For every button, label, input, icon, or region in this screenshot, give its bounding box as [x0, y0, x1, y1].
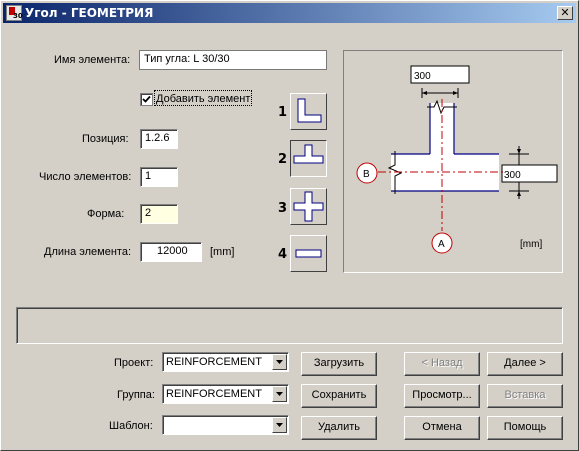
checkmark-icon	[142, 95, 151, 103]
l-corner-icon	[297, 98, 322, 123]
length-unit: [mm]	[210, 246, 235, 258]
close-button[interactable]: ✕	[557, 6, 573, 20]
t-junction-icon	[293, 144, 324, 164]
next-label: Далее >	[504, 357, 546, 369]
template-dropdown-button[interactable]	[272, 417, 287, 433]
sketch-unit: [mm]	[520, 239, 542, 250]
help-label: Помощь	[503, 421, 547, 433]
project-dropdown-button[interactable]	[272, 354, 287, 370]
straight-bar-icon	[295, 249, 322, 258]
element-name-field[interactable]: Тип угла: L 30/30	[139, 50, 327, 70]
cross-junction-icon	[293, 191, 324, 222]
length-field[interactable]: 12000	[140, 242, 202, 262]
help-button[interactable]: Помощь	[487, 416, 563, 440]
project-value: REINFORCEMENT	[166, 356, 262, 368]
geometry-sketch: 300 300 B A [mm]	[343, 50, 563, 273]
delete-button[interactable]: Удалить	[301, 416, 377, 440]
load-button[interactable]: Загрузить	[301, 352, 377, 376]
position-field[interactable]: 1.2.6	[140, 129, 178, 149]
add-element-label[interactable]: Добавить элемент	[156, 93, 250, 105]
count-label: Число элементов:	[39, 171, 132, 183]
length-value: 12000	[157, 245, 188, 257]
group-select[interactable]: REINFORCEMENT	[162, 384, 289, 404]
axis-b-label: B	[363, 169, 370, 180]
right-dimension-text: 300	[504, 170, 521, 181]
shape-4-button[interactable]	[290, 235, 327, 272]
shape-1-button[interactable]	[290, 93, 327, 130]
next-button[interactable]: Далее >	[487, 352, 563, 376]
cancel-label: Отмена	[422, 421, 462, 433]
save-button[interactable]: Сохранить	[301, 384, 377, 408]
back-button[interactable]: < Назад	[404, 352, 480, 376]
shape-field[interactable]: 2	[140, 204, 178, 224]
close-icon: ✕	[560, 6, 570, 19]
load-label: Загрузить	[313, 357, 365, 369]
add-element-checkbox[interactable]	[140, 93, 153, 106]
group-dropdown-button[interactable]	[272, 386, 287, 402]
element-name-label: Имя элемента:	[54, 54, 131, 66]
shape-value: 2	[145, 207, 152, 219]
chevron-down-icon	[276, 360, 283, 364]
insert-label: Вставка	[504, 389, 546, 401]
dialog-window: 30 Угол - ГЕОМЕТРИЯ ✕ Имя элемента: Тип …	[0, 0, 579, 451]
status-message-box	[16, 307, 563, 344]
group-value: REINFORCEMENT	[166, 388, 262, 400]
length-label: Длина элемента:	[44, 246, 132, 258]
save-label: Сохранить	[311, 389, 367, 401]
position-label: Позиция:	[82, 133, 129, 145]
top-dimension-text: 300	[414, 71, 431, 82]
position-value: 1.2.6	[145, 132, 170, 144]
cancel-button[interactable]: Отмена	[404, 416, 480, 440]
count-value: 1	[145, 170, 152, 182]
axis-a-label: A	[438, 239, 445, 250]
delete-label: Удалить	[318, 421, 360, 433]
shape-3-button[interactable]	[290, 188, 327, 225]
shape-label: Форма:	[87, 208, 125, 220]
project-label: Проект:	[114, 357, 154, 369]
project-select[interactable]: REINFORCEMENT	[162, 352, 289, 372]
insert-button[interactable]: Вставка	[487, 384, 563, 408]
count-field[interactable]: 1	[140, 167, 178, 187]
shape-2-number: 2	[278, 152, 288, 167]
group-label: Группа:	[117, 389, 155, 401]
chevron-down-icon	[276, 392, 283, 396]
template-select[interactable]	[162, 415, 289, 435]
chevron-down-icon	[276, 423, 283, 427]
template-label: Шаблон:	[109, 420, 153, 432]
app-icon: 30	[6, 5, 23, 21]
t-junction-drawing: 300 300 B A [mm]	[356, 65, 558, 254]
back-label: < Назад	[421, 357, 463, 369]
title-bar[interactable]: 30 Угол - ГЕОМЕТРИЯ ✕	[3, 3, 576, 23]
element-name-value: Тип угла: L 30/30	[144, 53, 230, 65]
shape-3-number: 3	[278, 201, 288, 216]
shape-1-number: 1	[278, 105, 288, 120]
window-title: Угол - ГЕОМЕТРИЯ	[25, 6, 154, 20]
shape-2-button[interactable]	[290, 140, 327, 177]
preview-label: Просмотр...	[412, 389, 472, 401]
shape-4-number: 4	[278, 247, 288, 262]
preview-button[interactable]: Просмотр...	[404, 384, 480, 408]
